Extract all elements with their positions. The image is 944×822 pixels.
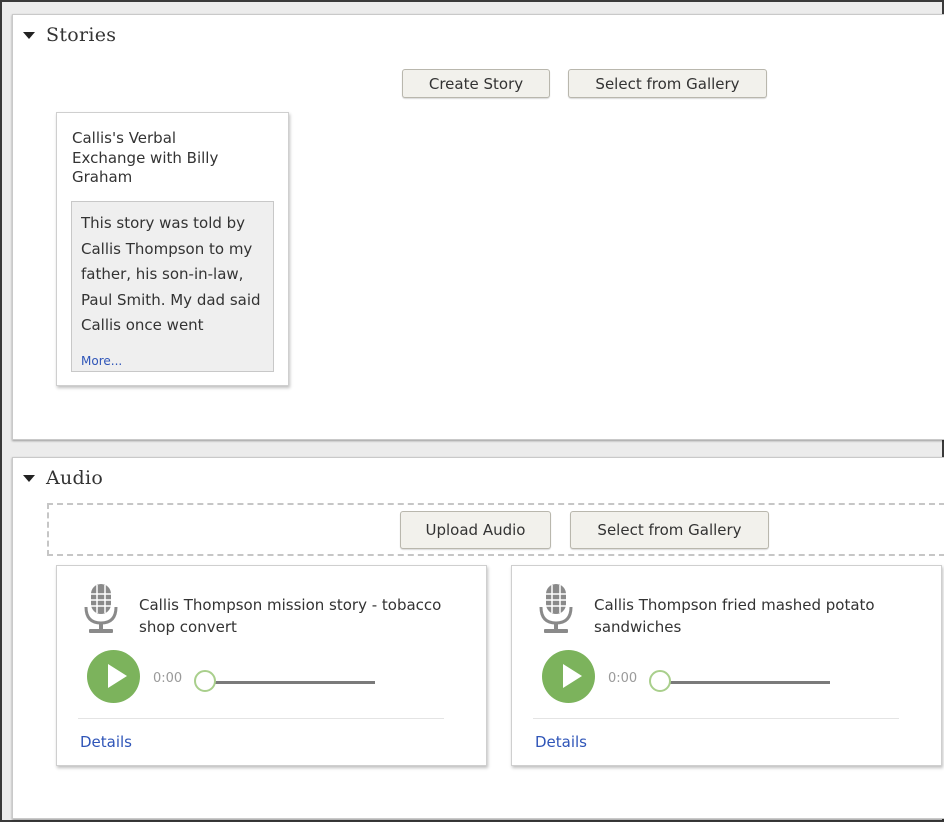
- create-story-button[interactable]: Create Story: [402, 69, 550, 98]
- stories-panel: Stories Create Story Select from Gallery…: [12, 14, 944, 440]
- upload-audio-button[interactable]: Upload Audio: [400, 511, 551, 549]
- stories-select-from-gallery-button[interactable]: Select from Gallery: [568, 69, 767, 98]
- time-display: 0:00: [153, 671, 183, 686]
- story-card[interactable]: Callis's Verbal Exchange with Billy Grah…: [56, 112, 289, 386]
- audio-title: Audio: [46, 467, 104, 489]
- audio-card: Callis Thompson mission story - tobacco …: [56, 565, 487, 766]
- time-display: 0:00: [608, 671, 638, 686]
- details-link[interactable]: Details: [80, 733, 132, 751]
- details-link[interactable]: Details: [535, 733, 587, 751]
- play-button[interactable]: [542, 650, 595, 703]
- play-icon: [563, 664, 582, 688]
- audio-select-from-gallery-button[interactable]: Select from Gallery: [570, 511, 769, 549]
- seek-slider-thumb[interactable]: [649, 670, 671, 692]
- window-frame: Stories Create Story Select from Gallery…: [0, 0, 944, 822]
- play-icon: [108, 664, 127, 688]
- divider: [78, 718, 444, 719]
- story-title[interactable]: Callis's Verbal Exchange with Billy Grah…: [72, 129, 222, 188]
- seek-slider-thumb[interactable]: [194, 670, 216, 692]
- divider: [533, 718, 899, 719]
- audio-card: Callis Thompson fried mashed potato sand…: [511, 565, 942, 766]
- audio-header[interactable]: Audio: [23, 467, 103, 489]
- audio-panel: Audio Upload Audio Select from Gallery C: [12, 457, 944, 819]
- seek-track[interactable]: [660, 681, 830, 684]
- audio-item-title: Callis Thompson fried mashed potato sand…: [594, 596, 875, 636]
- microphone-icon: [84, 584, 118, 633]
- collapse-caret-icon[interactable]: [23, 474, 35, 482]
- story-excerpt-box: This story was told by Callis Thompson t…: [71, 201, 274, 372]
- story-excerpt: This story was told by Callis Thompson t…: [81, 214, 261, 335]
- collapse-caret-icon[interactable]: [23, 31, 35, 39]
- play-button[interactable]: [87, 650, 140, 703]
- stories-header[interactable]: Stories: [23, 24, 116, 46]
- stories-title: Stories: [46, 24, 117, 46]
- audio-item-title: Callis Thompson mission story - tobacco …: [139, 596, 442, 636]
- story-more-link[interactable]: More...: [81, 354, 122, 368]
- microphone-icon: [539, 584, 573, 633]
- seek-track[interactable]: [205, 681, 375, 684]
